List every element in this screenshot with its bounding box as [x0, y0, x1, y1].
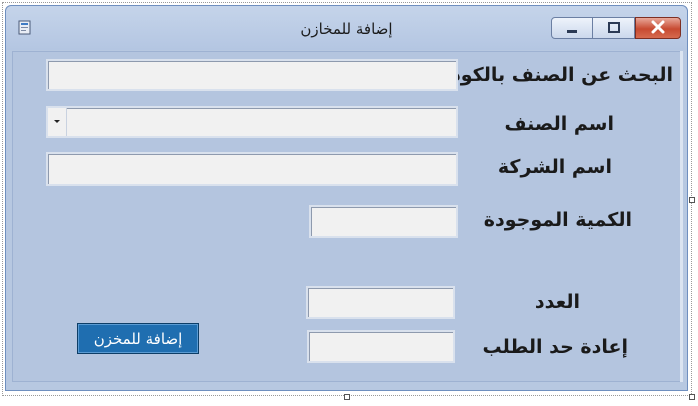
resize-handle-corner[interactable]	[689, 394, 695, 400]
close-icon	[650, 19, 666, 38]
minimize-button[interactable]	[551, 17, 593, 39]
item-name-label: اسم الصنف	[504, 113, 614, 135]
form-edge-strip	[680, 51, 683, 382]
search-by-code-label: البحث عن الصنف بالكود	[451, 64, 673, 86]
count-input[interactable]	[306, 286, 455, 319]
resize-handle-bottom[interactable]	[344, 394, 350, 400]
minimize-icon	[565, 19, 579, 38]
company-name-input[interactable]	[46, 152, 458, 186]
item-name-combobox[interactable]	[46, 106, 458, 138]
maximize-icon	[607, 19, 621, 38]
current-quantity-input[interactable]	[309, 205, 458, 238]
company-name-label: اسم الشركة	[497, 156, 612, 178]
search-code-input[interactable]	[46, 59, 458, 91]
title-bar[interactable]: إضافة للمخازن	[6, 6, 687, 50]
reorder-level-input[interactable]	[307, 330, 455, 363]
dropdown-arrow-icon[interactable]	[48, 108, 67, 136]
reorder-level-label: إعادة حد الطلب	[482, 336, 628, 358]
close-button[interactable]	[635, 17, 681, 39]
count-label: العدد	[534, 291, 580, 313]
add-to-stock-button[interactable]: إضافة للمخزن	[77, 323, 199, 354]
resize-handle-right[interactable]	[689, 197, 695, 203]
current-quantity-label: الكمية الموجودة	[483, 209, 632, 231]
maximize-button[interactable]	[593, 17, 635, 39]
